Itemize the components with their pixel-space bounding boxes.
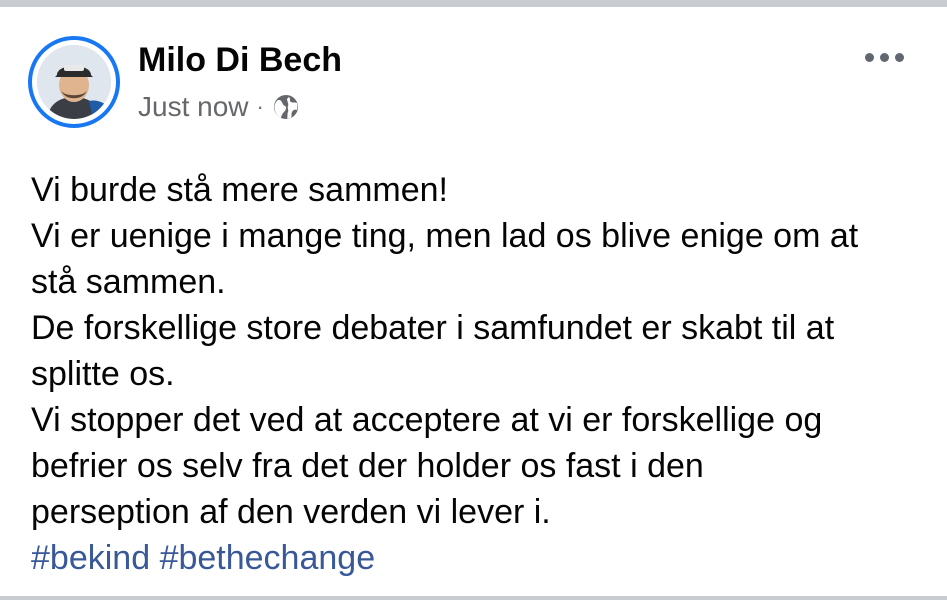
feed-divider-bottom — [0, 596, 947, 600]
author-avatar[interactable] — [28, 36, 120, 128]
feed-divider-top — [0, 0, 947, 7]
post-line: befrier os selv fra det der holder os fa… — [31, 447, 704, 485]
hashtag-link[interactable]: #bethechange — [160, 539, 376, 577]
post-line: perseption af den verden vi lever i. — [31, 493, 551, 531]
post-line: stå sammen. — [31, 263, 226, 301]
post-line: De forskellige store debater i samfundet… — [31, 309, 835, 347]
post-meta: Just now · — [138, 89, 300, 125]
post-card: Milo Di Bech Just now · Vi burde stå mer… — [0, 7, 947, 596]
avatar-image — [37, 45, 111, 119]
post-text: Vi burde stå mere sammen! Vi er uenige i… — [31, 167, 931, 581]
meta-separator: · — [256, 94, 264, 119]
post-line: Vi burde stå mere sammen! — [31, 171, 448, 209]
post-timestamp[interactable]: Just now — [138, 91, 249, 123]
post-line: splitte os. — [31, 355, 175, 393]
more-options-icon[interactable] — [856, 37, 912, 77]
hashtag-row: #bekind #bethechange — [31, 535, 931, 581]
hashtag-link[interactable]: #bekind — [31, 539, 150, 577]
post-line: Vi stopper det ved at acceptere at vi er… — [31, 401, 823, 439]
avatar-photo — [37, 45, 111, 119]
author-name[interactable]: Milo Di Bech — [138, 40, 342, 80]
post-line: Vi er uenige i mange ting, men lad os bl… — [31, 217, 859, 255]
globe-icon[interactable] — [272, 93, 300, 121]
